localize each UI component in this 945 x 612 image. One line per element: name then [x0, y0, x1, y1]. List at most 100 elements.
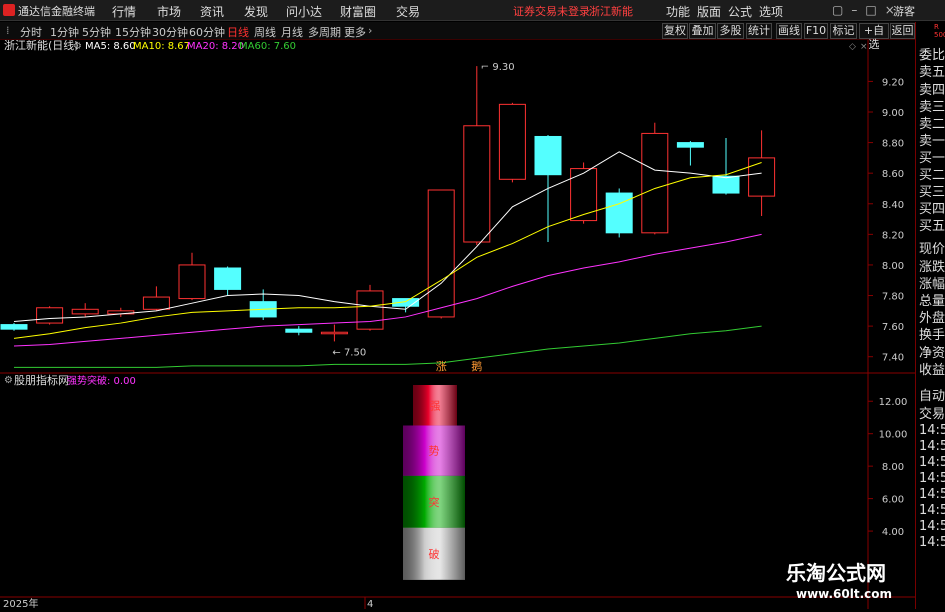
tongji-button[interactable]: 统计	[746, 23, 772, 39]
kline-chart[interactable]: 浙江新能(日线) ⚙ MA5: 8.60 MA10: 8.67 MA20: 8.…	[0, 38, 915, 610]
candle-body	[676, 142, 704, 148]
chart-close-icon[interactable]: ×	[860, 42, 868, 52]
settings-gear-icon[interactable]: ⚙	[73, 41, 82, 52]
candle-body	[498, 103, 526, 180]
toolbar-grip-icon: ⁞	[6, 24, 10, 37]
period-1min[interactable]: 1分钟	[50, 24, 79, 40]
side-panel-item: 14:56	[919, 519, 945, 534]
side-panel-item: 14:56	[919, 487, 945, 502]
side-panel-item: 买二	[919, 168, 945, 183]
price-tick-label: 8.00	[882, 261, 904, 272]
chart-area[interactable]: 浙江新能(日线) ⚙ MA5: 8.60 MA10: 8.67 MA20: 8.…	[0, 38, 915, 610]
menu-item-gongneng[interactable]: 功能	[666, 3, 690, 20]
price-tick-label: 7.80	[882, 292, 904, 303]
indicator-settings-icon[interactable]: ⚙	[4, 375, 13, 386]
watermark-title: 乐淘公式网	[786, 561, 886, 585]
side-panel-item: 涨幅	[919, 277, 945, 292]
candle-body	[356, 290, 384, 330]
biaoji-button[interactable]: 标记	[830, 23, 857, 39]
indicator-name: 股朋指标网	[14, 373, 69, 387]
period-15min[interactable]: 15分钟	[115, 24, 151, 40]
side-panel-item: 换手	[919, 328, 945, 343]
menu-item-xuanxiang[interactable]: 选项	[759, 3, 783, 20]
chart-menu-icon[interactable]: ◇	[849, 42, 856, 52]
chat-icon[interactable]: ▢	[832, 3, 851, 17]
side-panel-item: 收益	[919, 363, 945, 378]
menu-item-jiaoyi[interactable]: 交易	[396, 3, 420, 20]
menu-item-caifuquan[interactable]: 财富圈	[340, 3, 376, 20]
period-5min[interactable]: 5分钟	[82, 24, 111, 40]
login-warning[interactable]: 证券交易未登录	[513, 3, 590, 19]
period-60min[interactable]: 60分钟	[189, 24, 225, 40]
candle-body	[0, 324, 28, 330]
diejia-button[interactable]: 叠加	[689, 23, 716, 39]
watermark: 乐淘公式网 www.60lt.com	[778, 555, 938, 607]
period-more[interactable]: 更多	[344, 24, 366, 40]
menu-item-gongshi[interactable]: 公式	[728, 3, 752, 20]
back-button[interactable]: 返回	[890, 23, 915, 39]
candle-body	[463, 125, 491, 243]
price-tick-label: 7.60	[882, 322, 904, 333]
menu-item-hangqing[interactable]: 行情	[112, 3, 136, 20]
indicator-tick-label: 10.00	[879, 430, 908, 441]
high-price-label: ⌐ 9.30	[481, 62, 515, 73]
candle-body	[748, 157, 776, 197]
price-tick-label: 8.40	[882, 200, 904, 211]
side-panel-item: 外盘	[919, 311, 945, 326]
low-price-label: ← 7.50	[332, 347, 366, 358]
duogu-button[interactable]: 多股	[717, 23, 744, 39]
candle-body	[36, 307, 64, 324]
menu-item-shichang[interactable]: 市场	[157, 3, 181, 20]
side-panel-item: 卖二	[919, 117, 945, 132]
period-multi[interactable]: 多周期	[308, 24, 341, 40]
period-monthly[interactable]: 月线	[281, 24, 303, 40]
period-fenshi[interactable]: 分时	[20, 24, 42, 40]
indicator-tick-label: 8.00	[882, 462, 904, 473]
chart-stock-title: 浙江新能(日线)	[4, 40, 79, 52]
user-label[interactable]: 游客	[893, 3, 915, 19]
title-bar: 通达信金融终端 行情 市场 资讯 发现 问小达 财富圈 交易 证券交易未登录 浙…	[0, 0, 945, 21]
ma60-label: MA60: 7.60	[239, 41, 296, 52]
candle-body	[214, 267, 242, 290]
candle-body	[178, 264, 206, 300]
price-tick-label: 8.20	[882, 230, 904, 241]
menu-item-faxian[interactable]: 发现	[244, 3, 268, 20]
side-panel-item: 卖一	[919, 134, 945, 149]
side-panel-item: 卖五	[919, 65, 945, 80]
chevron-down-icon[interactable]: ›	[368, 24, 372, 37]
indicator-bar-label: 强	[430, 399, 441, 412]
indicator-ticks: 12.00 10.00 8.00 6.00 4.00	[868, 397, 907, 538]
menu-item-banmian[interactable]: 版面	[697, 3, 721, 20]
price-grid	[868, 80, 873, 358]
minimize-icon[interactable]: –	[851, 3, 865, 17]
candle-body	[142, 296, 170, 310]
candle-body	[534, 135, 562, 176]
price-tick-label: 9.00	[882, 108, 904, 119]
side-panel-item: 净资	[919, 346, 945, 361]
price-tick-label: 8.80	[882, 139, 904, 150]
maximize-icon[interactable]: □	[865, 3, 884, 17]
app-title: 通达信金融终端	[18, 5, 95, 18]
indicator-bar-label: 势	[429, 445, 440, 458]
period-30min[interactable]: 30分钟	[152, 24, 188, 40]
fuquan-button[interactable]: 复权	[662, 23, 688, 39]
price-tick-label: 8.60	[882, 169, 904, 180]
ma-line-ma20	[13, 233, 762, 347]
side-panel-item: 卖三	[919, 100, 945, 115]
watermark-url: www.60lt.com	[796, 587, 893, 601]
price-tick-label: 7.40	[882, 353, 904, 364]
indicator-bars: 强势突破	[403, 385, 465, 580]
f10-button[interactable]: F10	[804, 23, 828, 39]
period-weekly[interactable]: 周线	[254, 24, 276, 40]
side-panel-item: 买一	[919, 151, 945, 166]
side-panel-item: 14:56	[919, 471, 945, 486]
candle-body	[605, 192, 633, 234]
add-watchlist-button[interactable]: +自选	[859, 23, 889, 51]
period-daily[interactable]: 日线	[227, 24, 249, 40]
period-toolbar: ⁞ 分时 1分钟 5分钟 15分钟 30分钟 60分钟 日线 周线 月线 多周期…	[0, 22, 945, 51]
price-tick-label: 9.20	[882, 77, 904, 88]
huaxian-button[interactable]: 画线	[776, 23, 802, 39]
side-panel-item: 买五	[919, 219, 945, 234]
menu-item-wenxiaoda[interactable]: 问小达	[286, 3, 322, 20]
menu-item-zixun[interactable]: 资讯	[200, 3, 224, 20]
